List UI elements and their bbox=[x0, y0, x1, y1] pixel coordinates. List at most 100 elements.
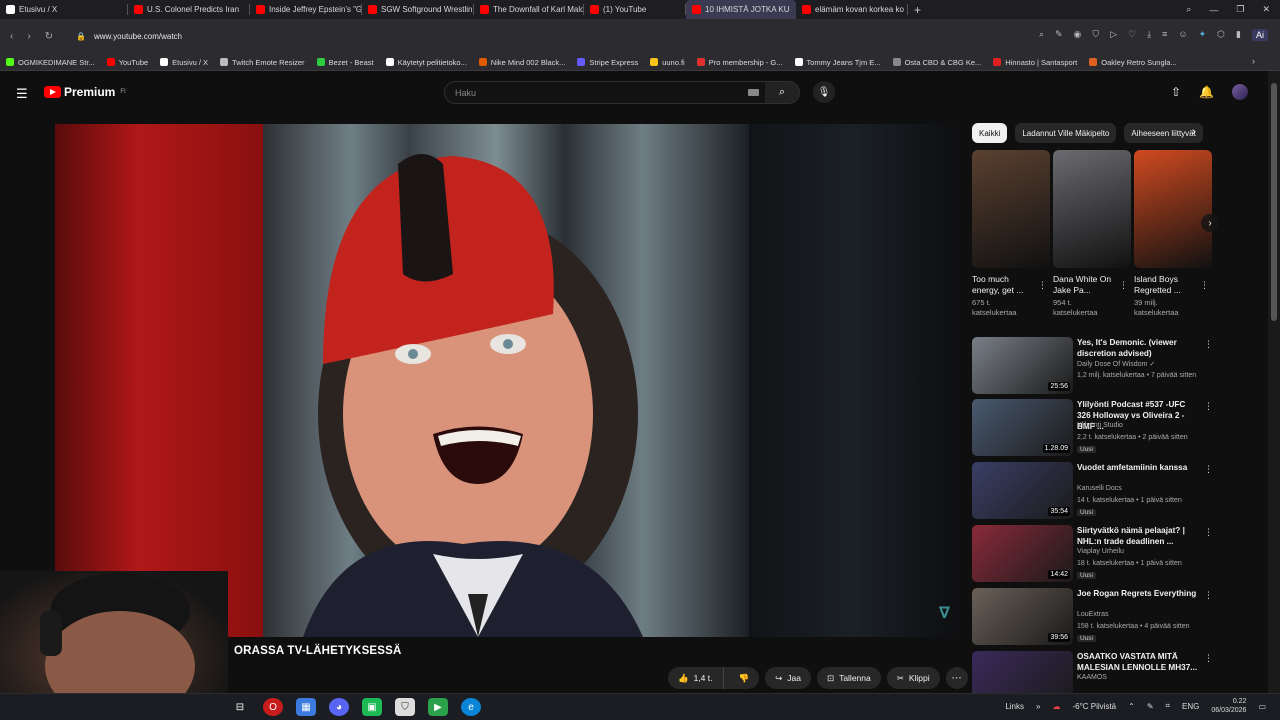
short-thumbnail[interactable] bbox=[1053, 150, 1131, 268]
avatar[interactable] bbox=[1232, 84, 1248, 100]
close-window-icon[interactable]: ✕ bbox=[1262, 4, 1270, 15]
video-menu-icon[interactable]: ⋮ bbox=[1204, 464, 1213, 475]
search-tabs-icon[interactable]: ⌕ bbox=[1186, 4, 1191, 15]
video-thumbnail[interactable]: 35:54 bbox=[972, 462, 1073, 519]
store-icon[interactable]: ▦ bbox=[296, 698, 316, 716]
more-actions-button[interactable]: ⋯ bbox=[945, 667, 968, 689]
bookmark-item[interactable]: Oakley Retro Sungla... bbox=[1083, 58, 1182, 67]
save-button[interactable]: ⊡ Tallenna bbox=[816, 667, 881, 689]
heart-icon[interactable]: ♡ bbox=[1128, 29, 1136, 41]
video-title[interactable]: Yes, It's Demonic. (viewer discretion ad… bbox=[1077, 337, 1199, 359]
browser-tab[interactable]: elämäm kovan korkea ko bbox=[796, 0, 908, 19]
edit-icon[interactable]: ✎ bbox=[1055, 29, 1063, 41]
bookmark-item[interactable]: Pro membership - G... bbox=[691, 58, 789, 67]
clip-button[interactable]: ✂ Klippi bbox=[886, 667, 940, 689]
chips-next-icon[interactable]: › bbox=[1192, 126, 1196, 138]
video-thumbnail[interactable]: 25:56 bbox=[972, 337, 1073, 394]
video-thumbnail[interactable]: 1.28.09 bbox=[972, 399, 1073, 456]
video-player[interactable]: ∇ bbox=[55, 124, 958, 637]
menu-icon[interactable]: ☰ bbox=[16, 86, 28, 102]
bookmark-item[interactable]: OGMIKEDIMANE Str... bbox=[0, 58, 101, 67]
network-icon[interactable]: ⌗ bbox=[1166, 701, 1171, 711]
short-item[interactable]: Too much energy, get ... 675 t. katseluke… bbox=[972, 150, 1050, 318]
recommendation-item[interactable]: 35:54 Vuodet amfetamiinin kanssa Karuselli… bbox=[972, 462, 1217, 520]
ai-button[interactable]: Ai bbox=[1251, 29, 1268, 41]
task-view-icon[interactable]: ⊟ bbox=[230, 698, 250, 716]
video-menu-icon[interactable]: ⋮ bbox=[1204, 339, 1213, 350]
short-thumbnail[interactable] bbox=[1134, 150, 1212, 268]
recommendation-item[interactable]: 25:56 Yes, It's Demonic. (viewer discreti… bbox=[972, 337, 1217, 395]
bookmark-item[interactable]: Tommy Jeans Tjm E... bbox=[789, 58, 887, 67]
browser-tab[interactable]: Inside Jeffrey Epstein's "Gi bbox=[250, 0, 362, 19]
search-input[interactable]: Haku ⌕ bbox=[444, 81, 800, 104]
short-thumbnail[interactable] bbox=[972, 150, 1050, 268]
scrollbar-thumb[interactable] bbox=[1271, 83, 1277, 321]
recommendation-item[interactable]: 1.28.09 Ylilyönti Podcast #537 -UFC 326 H… bbox=[972, 399, 1217, 457]
notifications-bell-icon[interactable]: 🔔 bbox=[1199, 85, 1214, 99]
channel-name[interactable]: KAAMOS bbox=[1077, 674, 1107, 681]
shorts-next-icon[interactable]: › bbox=[1201, 214, 1219, 232]
profile-icon[interactable]: ☺ bbox=[1178, 29, 1187, 41]
recommendation-item[interactable]: 39:56 Joe Rogan Regrets Everything LouExtr… bbox=[972, 588, 1217, 646]
short-item[interactable]: Island Boys Regretted ... 39 milj. katsel… bbox=[1134, 150, 1212, 318]
links-toolbar[interactable]: Links bbox=[1005, 702, 1024, 711]
play-icon[interactable]: ▷ bbox=[1110, 29, 1117, 41]
bookmark-item[interactable]: Nike Mind 002 Black... bbox=[473, 58, 572, 67]
video-menu-icon[interactable]: ⋮ bbox=[1204, 653, 1213, 664]
extension-icon[interactable]: ✦ bbox=[1199, 29, 1207, 41]
shield-app-icon[interactable]: ⛉ bbox=[395, 698, 415, 716]
bookmark-item[interactable]: Bezet - Beast bbox=[311, 58, 380, 67]
language-indicator[interactable]: ENG bbox=[1182, 702, 1199, 711]
video-thumbnail[interactable]: 39:56 bbox=[972, 588, 1073, 645]
short-menu-icon[interactable]: ⋮ bbox=[1200, 280, 1209, 291]
video-menu-icon[interactable]: ⋮ bbox=[1204, 401, 1213, 412]
channel-name[interactable]: Viaplay Urheilu bbox=[1077, 548, 1124, 555]
recommendation-item[interactable]: 14:42 Siirtyvätkö nämä pelaajat? | NHL:n … bbox=[972, 525, 1217, 583]
video-title[interactable]: Vuodet amfetamiinin kanssa bbox=[1077, 462, 1199, 473]
bookmark-item[interactable]: Hinnasto | Santasport bbox=[987, 58, 1083, 67]
play-store-icon[interactable]: ▶ bbox=[428, 698, 448, 716]
dislike-button[interactable]: 👎 bbox=[729, 673, 760, 684]
channel-name[interactable]: LouExtras bbox=[1077, 611, 1109, 618]
channel-name[interactable]: Daily Dose Of Wisdom ✓ bbox=[1077, 360, 1155, 368]
upload-icon[interactable]: ⇧ bbox=[1171, 85, 1181, 99]
channel-name[interactable]: Ylilyönti Studio bbox=[1077, 422, 1123, 429]
url-text[interactable]: www.youtube.com/watch bbox=[94, 32, 182, 41]
short-menu-icon[interactable]: ⋮ bbox=[1038, 280, 1047, 291]
share-button[interactable]: ↪ Jaa bbox=[765, 667, 811, 689]
filter-chip[interactable]: Ladannut Ville Mäkipelto bbox=[1015, 123, 1117, 143]
browser-tab[interactable]: U.S. Colonel Predicts Iran bbox=[128, 0, 250, 19]
browser-tab[interactable]: The Downfall of Karl Malo bbox=[474, 0, 584, 19]
bookmark-item[interactable]: Etusivu / X bbox=[154, 58, 214, 67]
search-button[interactable]: ⌕ bbox=[765, 82, 799, 103]
sidebar-icon[interactable]: ▮ bbox=[1236, 29, 1241, 41]
discord-icon[interactable]: ◕ bbox=[329, 698, 349, 716]
camera-icon[interactable]: ◉ bbox=[1074, 29, 1082, 41]
video-menu-icon[interactable]: ⋮ bbox=[1204, 590, 1213, 601]
short-menu-icon[interactable]: ⋮ bbox=[1119, 280, 1128, 291]
minimize-icon[interactable]: — bbox=[1209, 5, 1218, 15]
browser-tab[interactable]: Etusivu / X bbox=[0, 0, 128, 19]
opera-icon[interactable]: O bbox=[263, 698, 283, 716]
forward-icon[interactable]: › bbox=[27, 31, 30, 42]
browser-tab[interactable]: SGW Softground Wrestlin bbox=[362, 0, 474, 19]
page-scrollbar[interactable] bbox=[1268, 71, 1280, 693]
bookmark-item[interactable]: uuno.fi bbox=[644, 58, 691, 67]
bookmark-item[interactable]: YouTube bbox=[101, 58, 154, 67]
shield-icon[interactable]: ⛉ bbox=[1092, 29, 1099, 41]
app-icon[interactable]: ▣ bbox=[362, 698, 382, 716]
video-title[interactable]: Siirtyvätkö nämä pelaajat? | NHL:n trade… bbox=[1077, 525, 1199, 547]
chevron-down-icon[interactable]: » bbox=[1036, 702, 1040, 711]
channel-name[interactable]: Karuselli Docs bbox=[1077, 485, 1122, 492]
lock-icon[interactable]: 🔒 bbox=[76, 32, 86, 41]
youtube-logo[interactable]: Premium FI bbox=[44, 85, 126, 99]
browser-tab[interactable]: 10 IHMISTÄ JOTKA KU bbox=[686, 0, 796, 19]
video-thumbnail[interactable]: 14:42 bbox=[972, 525, 1073, 582]
menu-icon[interactable]: ≡ bbox=[1162, 29, 1167, 41]
bookmarks-more-icon[interactable]: › bbox=[1252, 56, 1255, 66]
tray-expand-icon[interactable]: ⌃ bbox=[1128, 702, 1135, 711]
like-button[interactable]: 👍 1,4 t. bbox=[668, 667, 724, 689]
browser-tab[interactable]: (1) YouTube bbox=[584, 0, 686, 19]
settings-icon[interactable]: ⬡ bbox=[1217, 29, 1225, 41]
bookmark-item[interactable]: Stripe Express bbox=[571, 58, 644, 67]
